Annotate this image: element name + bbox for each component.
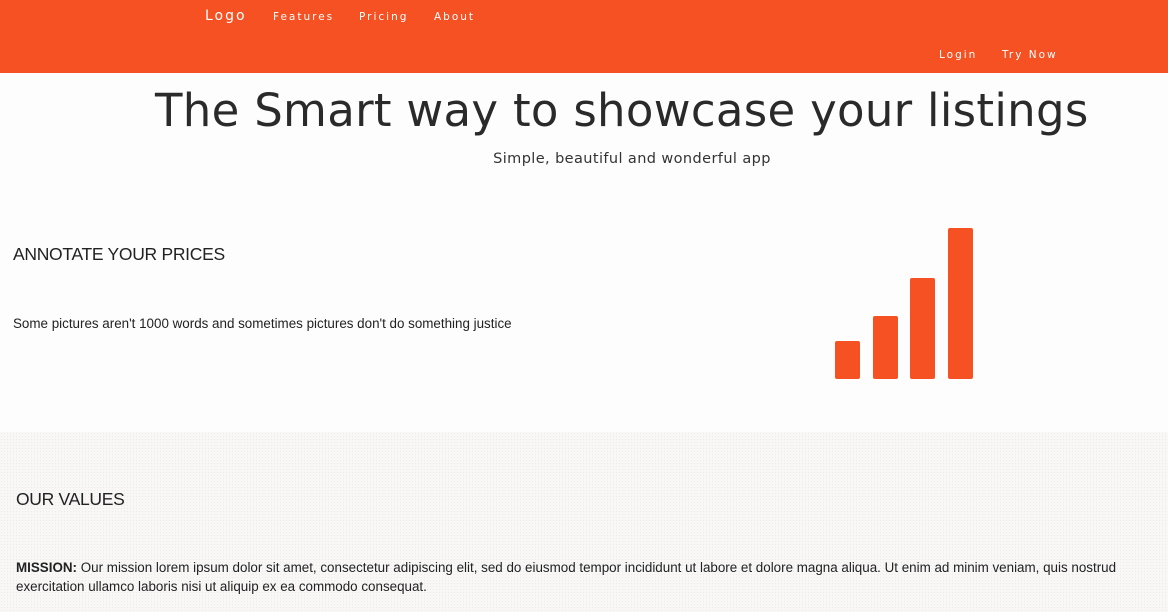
mission-label: MISSION: bbox=[16, 560, 78, 575]
mission-paragraph: MISSION: Our mission lorem ipsum dolor s… bbox=[16, 558, 1161, 596]
nav-link-features[interactable]: Features bbox=[273, 11, 334, 23]
signal-bar-2 bbox=[873, 316, 898, 379]
feature-description: Some pictures aren't 1000 words and some… bbox=[13, 316, 512, 331]
feature-title: ANNOTATE YOUR PRICES bbox=[13, 244, 225, 264]
hero-subtitle: Simple, beautiful and wonderful app bbox=[493, 151, 771, 167]
mission-text: Our mission lorem ipsum dolor sit amet, … bbox=[16, 560, 1117, 594]
hero-title: The Smart way to showcase your listings bbox=[155, 84, 1089, 137]
signal-bar-4 bbox=[948, 228, 973, 379]
nav-link-about[interactable]: About bbox=[434, 11, 475, 23]
nav-link-pricing[interactable]: Pricing bbox=[359, 11, 408, 23]
signal-bars-icon bbox=[835, 228, 973, 379]
signal-bar-3 bbox=[910, 278, 935, 379]
values-section: OUR VALUES MISSION: Our mission lorem ip… bbox=[0, 432, 1168, 612]
values-title: OUR VALUES bbox=[16, 489, 125, 509]
top-navbar: Logo Features Pricing About Login Try No… bbox=[0, 0, 1168, 73]
logo-link[interactable]: Logo bbox=[205, 8, 247, 24]
signal-bar-1 bbox=[835, 341, 860, 379]
try-now-link[interactable]: Try Now bbox=[1002, 49, 1058, 61]
login-link[interactable]: Login bbox=[939, 49, 977, 61]
